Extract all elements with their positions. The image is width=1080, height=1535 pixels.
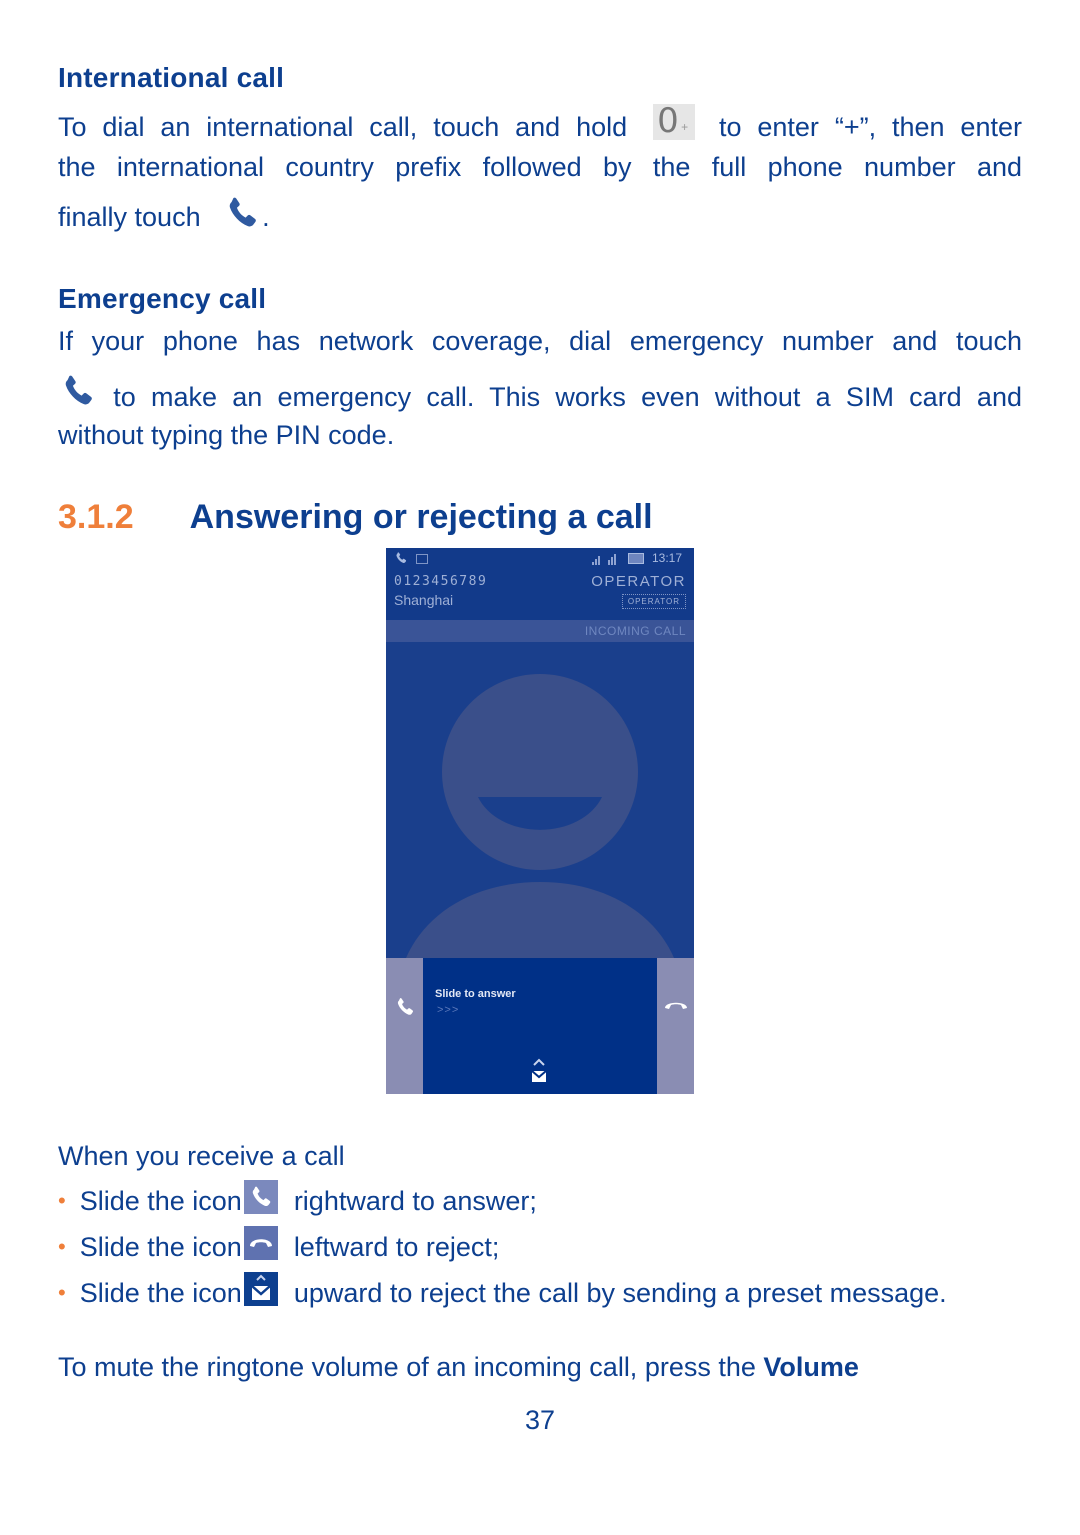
status-time: 13:17 <box>652 551 683 565</box>
emergency-call-heading: Emergency call <box>58 283 267 314</box>
message-reject-icon <box>243 1272 278 1306</box>
slide-to-answer-panel[interactable]: Slide to answer >>> <box>423 958 657 1094</box>
text: Slide the icon <box>79 1232 242 1262</box>
list-item: • Slide the icon rightward to answer; <box>58 1180 947 1226</box>
text: Slide the icon <box>79 1278 242 1308</box>
zero-plus-key-icon: 0 + <box>653 101 696 141</box>
caller-location: Shanghai <box>394 592 454 608</box>
text: Slide the icon <box>79 1186 242 1216</box>
key-main: 0 <box>657 101 679 141</box>
message-reject-icon[interactable] <box>529 1058 549 1091</box>
text: To dial an international call, touch and… <box>58 112 628 142</box>
signal-icon <box>590 552 630 569</box>
answer-call-icon <box>243 1180 278 1214</box>
message-status-icon <box>416 554 428 564</box>
section-number: 3.1.2 <box>58 498 134 536</box>
caller-number: 0123456789 <box>394 574 488 589</box>
call-state: INCOMING CALL <box>386 620 694 642</box>
key-sub: + <box>681 120 689 134</box>
section-heading: 3.1.2 Answering or rejecting a call <box>58 498 653 537</box>
international-call-line-2: the international country prefix followe… <box>58 152 1022 182</box>
reject-call-icon <box>243 1226 278 1260</box>
avatar-head <box>442 674 638 870</box>
international-call-line-3: finally touch . <box>58 194 270 244</box>
operator-name: OPERATOR <box>591 573 686 590</box>
text: . <box>262 202 270 233</box>
receive-call-intro: When you receive a call <box>58 1141 345 1171</box>
answer-call-icon[interactable] <box>394 996 416 1023</box>
answer-side-panel[interactable] <box>386 958 423 1094</box>
page-number: 37 <box>524 1405 556 1435</box>
bullet-dot: • <box>58 1234 66 1259</box>
reject-side-panel[interactable] <box>657 958 694 1094</box>
slide-chevrons: >>> <box>437 1004 460 1016</box>
contact-avatar <box>386 642 694 958</box>
text: finally touch <box>58 202 201 233</box>
text: leftward to reject; <box>293 1232 500 1262</box>
bullet-dot: • <box>58 1280 66 1305</box>
text: rightward to answer; <box>293 1186 537 1216</box>
avatar-body <box>406 882 674 958</box>
bullet-dot: • <box>58 1188 66 1213</box>
text: to enter “+”, then enter <box>718 112 1022 142</box>
text: To mute the ringtone volume of an incomi… <box>58 1352 756 1382</box>
mute-note: To mute the ringtone volume of an incomi… <box>58 1346 859 1388</box>
operator-badge: OPERATOR <box>621 594 686 609</box>
international-call-line-1: To dial an international call, touch and… <box>58 101 1022 148</box>
text: to make an emergency call. This works ev… <box>113 382 1022 412</box>
receive-call-list: • Slide the icon rightward to answer; • Sl… <box>58 1180 947 1318</box>
status-bar: 13:17 <box>386 548 694 570</box>
phone-status-icon <box>394 551 408 568</box>
international-call-heading: International call <box>58 62 285 93</box>
slide-hint: Slide to answer <box>435 988 516 1000</box>
list-item: • Slide the icon leftward to reject; <box>58 1226 947 1272</box>
battery-icon <box>628 553 644 564</box>
reject-call-icon[interactable] <box>663 998 689 1017</box>
emergency-call-line-1: If your phone has network coverage, dial… <box>58 326 1022 356</box>
volume-key-label: Volume <box>763 1352 859 1382</box>
phone-call-icon <box>222 194 262 244</box>
list-item: • Slide the icon upward to reject the cal… <box>58 1272 947 1318</box>
caller-header: 0123456789 Shanghai OPERATOR OPERATOR <box>386 570 694 620</box>
section-title: Answering or rejecting a call <box>189 498 653 536</box>
answer-controls: Slide to answer >>> <box>386 958 694 1094</box>
emergency-call-line-3: without typing the PIN code. <box>58 420 395 450</box>
incoming-call-screenshot: 13:17 0123456789 Shanghai OPERATOR OPERA… <box>386 548 694 1094</box>
text: upward to reject the call by sending a p… <box>293 1278 947 1308</box>
